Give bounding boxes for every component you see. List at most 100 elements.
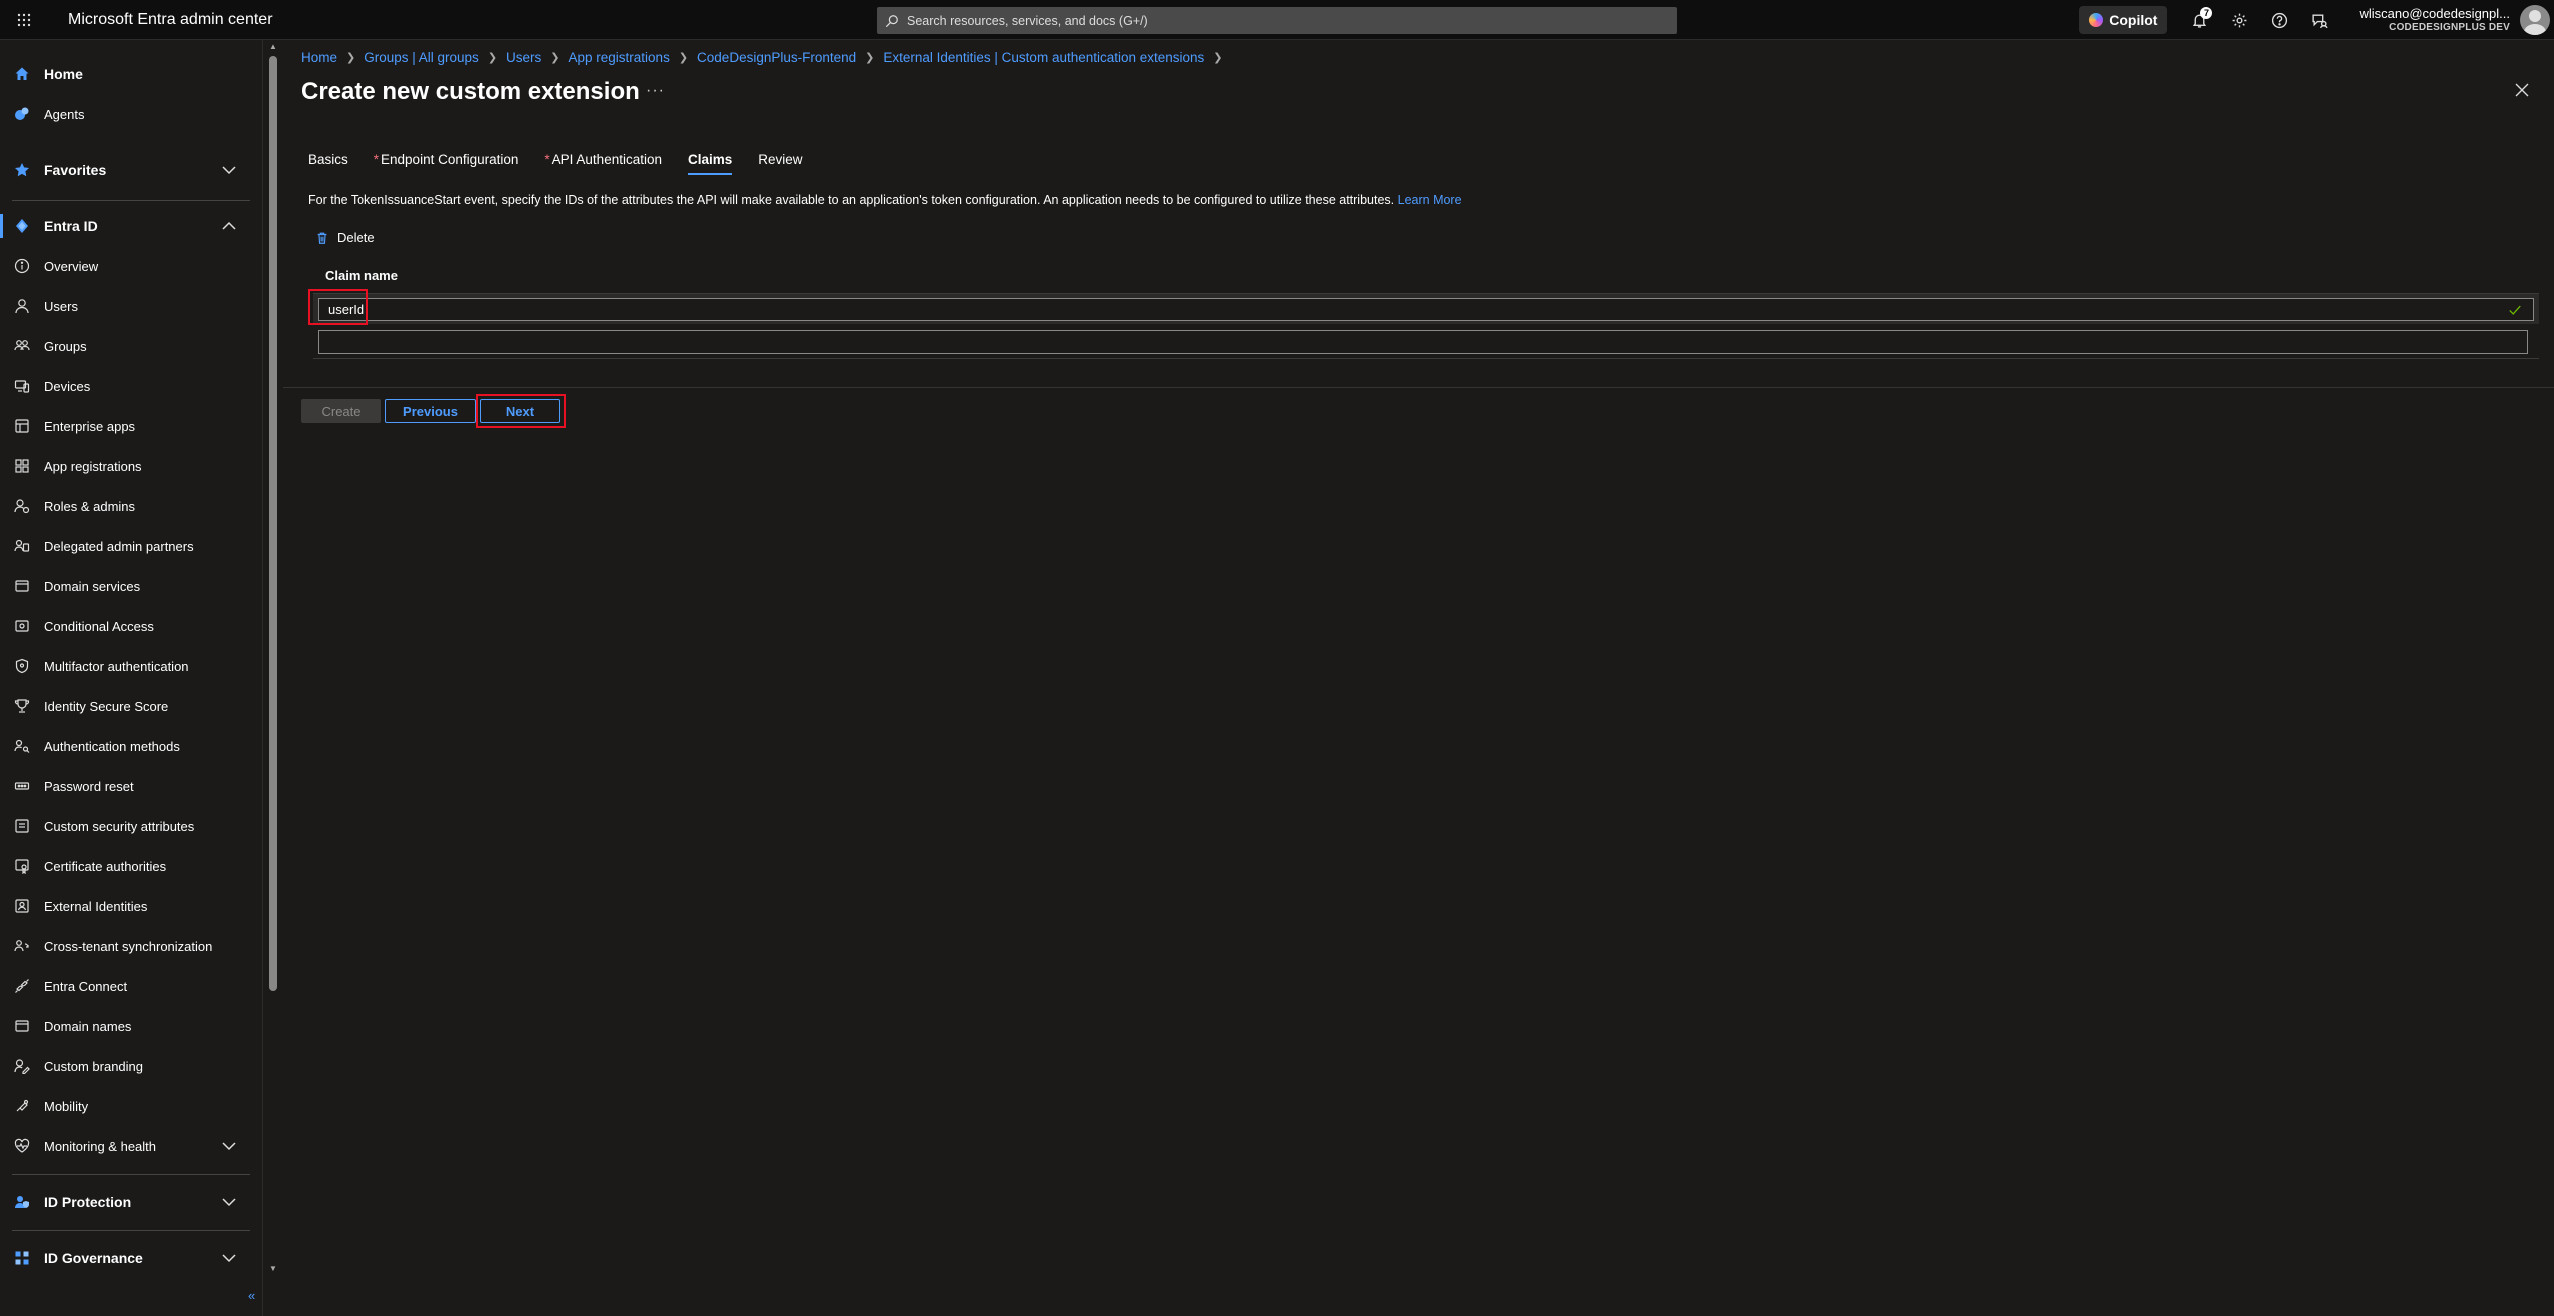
previous-button[interactable]: Previous bbox=[385, 399, 476, 423]
scroll-up-arrow-icon[interactable]: ▲ bbox=[268, 42, 278, 52]
tab-endpoint-configuration[interactable]: * Endpoint Configuration bbox=[374, 152, 519, 175]
certificate-icon bbox=[15, 859, 29, 874]
entra-id-icon bbox=[16, 219, 28, 233]
app-title[interactable]: Microsoft Entra admin center bbox=[68, 11, 273, 29]
breadcrumb-app[interactable]: CodeDesignPlus-Frontend bbox=[697, 50, 856, 65]
feedback-button[interactable] bbox=[2299, 0, 2339, 40]
sidebar-item-id-governance[interactable]: ID Governance bbox=[0, 1238, 263, 1278]
breadcrumb-groups[interactable]: Groups | All groups bbox=[364, 50, 479, 65]
help-button[interactable] bbox=[2259, 0, 2299, 40]
sidebar-item-entra-id[interactable]: Entra ID bbox=[0, 206, 263, 246]
auth-methods-icon bbox=[14, 739, 30, 753]
learn-more-link[interactable]: Learn More bbox=[1398, 193, 1462, 207]
gear-icon bbox=[2232, 13, 2247, 27]
notification-badge: 7 bbox=[2200, 7, 2213, 19]
page-title: Create new custom extension bbox=[301, 78, 640, 105]
breadcrumb-home[interactable]: Home bbox=[301, 50, 337, 65]
tab-api-authentication[interactable]: * API Authentication bbox=[544, 152, 662, 175]
sidebar-label: App registrations bbox=[44, 458, 142, 474]
sidebar-item-devices[interactable]: Devices bbox=[0, 366, 263, 406]
sidebar-item-custom-branding[interactable]: Custom branding bbox=[0, 1046, 263, 1086]
sidebar-item-domain-names[interactable]: Domain names bbox=[0, 1006, 263, 1046]
tab-review[interactable]: Review bbox=[758, 152, 802, 175]
sidebar-item-external-identities[interactable]: External Identities bbox=[0, 886, 263, 926]
breadcrumb-custom-auth-extensions[interactable]: External Identities | Custom authenticat… bbox=[883, 50, 1204, 65]
sidebar-item-users[interactable]: Users bbox=[0, 286, 263, 326]
checkmark-icon bbox=[2509, 305, 2521, 315]
chevron-right-icon: ❯ bbox=[678, 52, 689, 64]
close-icon[interactable] bbox=[2514, 82, 2530, 98]
mobility-icon bbox=[16, 1099, 29, 1112]
sidebar-label: Roles & admins bbox=[44, 498, 136, 514]
search-input[interactable]: Search resources, services, and docs (G+… bbox=[877, 7, 1677, 34]
sidebar-item-custom-security-attributes[interactable]: Custom security attributes bbox=[0, 806, 263, 846]
scroll-down-arrow-icon[interactable]: ▼ bbox=[268, 1264, 278, 1274]
chevron-right-icon: ❯ bbox=[346, 52, 356, 64]
app-launcher-icon[interactable] bbox=[0, 0, 48, 40]
tab-label: Review bbox=[758, 152, 803, 167]
chevron-up-icon bbox=[222, 221, 236, 230]
sidebar-item-app-registrations[interactable]: App registrations bbox=[0, 446, 263, 486]
sidebar-item-delegated-admin-partners[interactable]: Delegated admin partners bbox=[0, 526, 263, 566]
sidebar-label: Certificate authorities bbox=[44, 858, 167, 874]
domain-services-icon bbox=[15, 580, 29, 592]
settings-button[interactable] bbox=[2219, 0, 2259, 40]
sidebar-scrollbar-thumb[interactable] bbox=[269, 56, 277, 991]
create-button[interactable]: Create bbox=[301, 399, 381, 423]
sidebar-label: Cross-tenant synchronization bbox=[44, 938, 213, 954]
connect-icon bbox=[15, 979, 29, 993]
sidebar-label: Conditional Access bbox=[44, 618, 154, 634]
devices-icon bbox=[14, 380, 30, 393]
chevron-right-icon: ❯ bbox=[865, 52, 875, 64]
trash-icon bbox=[317, 232, 327, 244]
notifications-button[interactable]: 7 bbox=[2179, 0, 2219, 40]
account-info[interactable]: wliscano@codedesignpl... CODEDESIGNPLUS … bbox=[2359, 6, 2510, 33]
id-protection-icon bbox=[15, 1196, 29, 1208]
sidebar-item-cross-tenant-synchronization[interactable]: Cross-tenant synchronization bbox=[0, 926, 263, 966]
sidebar-item-domain-services[interactable]: Domain services bbox=[0, 566, 263, 606]
sidebar-item-entra-connect[interactable]: Entra Connect bbox=[0, 966, 263, 1006]
sidebar-item-certificate-authorities[interactable]: Certificate authorities bbox=[0, 846, 263, 886]
sidebar-item-conditional-access[interactable]: Conditional Access bbox=[0, 606, 263, 646]
copilot-button[interactable]: Copilot bbox=[2079, 6, 2168, 34]
tab-label: Claims bbox=[687, 152, 733, 167]
sidebar-label: Identity Secure Score bbox=[44, 698, 169, 714]
sidebar-label: Authentication methods bbox=[44, 738, 180, 754]
account-org: CODEDESIGNPLUS DEV bbox=[2389, 21, 2510, 33]
secure-score-icon bbox=[14, 699, 30, 713]
sidebar-item-mobility[interactable]: Mobility bbox=[0, 1086, 263, 1126]
claim-name-input-1[interactable] bbox=[318, 298, 2534, 321]
sidebar-label: Domain services bbox=[44, 578, 141, 594]
home-icon bbox=[15, 67, 29, 80]
sidebar-item-roles-admins[interactable]: Roles & admins bbox=[0, 486, 263, 526]
star-icon bbox=[15, 163, 29, 177]
sidebar-item-password-reset[interactable]: Password reset bbox=[0, 766, 263, 806]
tab-claims[interactable]: Claims bbox=[687, 152, 733, 175]
more-options-button[interactable]: ··· bbox=[646, 82, 665, 100]
sidebar-label: Agents bbox=[44, 106, 85, 122]
collapse-sidebar-button[interactable]: « bbox=[248, 1288, 255, 1303]
sidebar-item-id-protection[interactable]: ID Protection bbox=[0, 1182, 263, 1222]
branding-icon bbox=[14, 1059, 30, 1074]
tab-basics[interactable]: Basics bbox=[308, 152, 348, 175]
avatar[interactable] bbox=[2520, 5, 2550, 35]
sidebar-label: External Identities bbox=[44, 898, 148, 914]
description-text: For the TokenIssuanceStart event, specif… bbox=[308, 193, 1395, 207]
claim-name-input-2[interactable] bbox=[318, 330, 2528, 354]
tab-label: API Authentication bbox=[551, 152, 662, 167]
sidebar-item-monitoring-health[interactable]: Monitoring & health bbox=[0, 1126, 263, 1166]
sidebar-item-overview[interactable]: Overview bbox=[0, 246, 263, 286]
sidebar-item-home[interactable]: Home bbox=[0, 54, 263, 94]
sync-icon bbox=[14, 940, 29, 952]
sidebar-item-multifactor-authentication[interactable]: Multifactor authentication bbox=[0, 646, 263, 686]
sidebar-item-identity-secure-score[interactable]: Identity Secure Score bbox=[0, 686, 263, 726]
delete-button[interactable]: Delete bbox=[315, 230, 375, 245]
account-name: wliscano@codedesignpl... bbox=[2359, 6, 2510, 22]
sidebar-item-agents[interactable]: Agents bbox=[0, 94, 263, 134]
breadcrumb-users[interactable]: Users bbox=[506, 50, 541, 65]
sidebar-item-favorites[interactable]: Favorites bbox=[0, 150, 263, 190]
sidebar-item-enterprise-apps[interactable]: Enterprise apps bbox=[0, 406, 263, 446]
sidebar-item-authentication-methods[interactable]: Authentication methods bbox=[0, 726, 263, 766]
sidebar-item-groups[interactable]: Groups bbox=[0, 326, 263, 366]
breadcrumb-app-registrations[interactable]: App registrations bbox=[569, 50, 670, 65]
